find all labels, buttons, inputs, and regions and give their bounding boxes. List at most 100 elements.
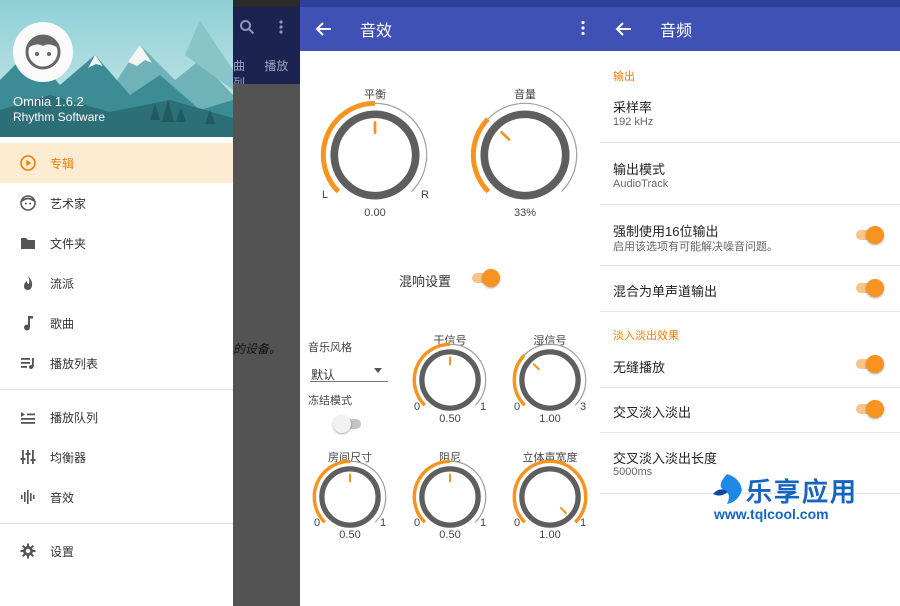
gear-icon [20, 543, 36, 559]
face-icon [20, 195, 36, 211]
developer-name: Rhythm Software [13, 110, 106, 124]
nav-label: 专辑 [50, 156, 75, 171]
knob-ring [519, 349, 581, 411]
damping-max: 1 [479, 517, 487, 529]
room-size-value: 0.50 [339, 529, 361, 541]
nav-item-artists[interactable]: 艺术家 [0, 183, 233, 223]
more-icon[interactable] [580, 20, 586, 36]
play-circle-icon [20, 155, 36, 171]
playlist-icon [20, 355, 36, 371]
waveform-icon [20, 489, 36, 505]
navigation-drawer: Omnia 1.6.2 Rhythm Software 专辑 艺术家 文件夹 流… [0, 0, 233, 606]
nav-item-albums[interactable]: 专辑 [0, 143, 233, 183]
setting-title: 无缝播放 [613, 360, 666, 375]
damping-value: 0.50 [439, 529, 461, 541]
drawer-header: Omnia 1.6.2 Rhythm Software [0, 0, 233, 137]
damping-knob[interactable] [412, 459, 488, 535]
page-title: 音效 [360, 23, 393, 40]
watermark-logo-icon [713, 474, 742, 504]
nav-label: 均衡器 [50, 450, 87, 465]
app-bar: 音频 [600, 7, 900, 51]
watermark-name: 乐享应用 [746, 477, 859, 507]
crossfade-switch[interactable] [854, 400, 884, 418]
nav-item-playlists[interactable]: 播放列表 [0, 343, 233, 383]
nav-item-sound-effects[interactable]: 音效 [0, 477, 233, 517]
queue-icon [20, 409, 36, 425]
nav-item-songs[interactable]: 歌曲 [0, 303, 233, 343]
setting-crossfade[interactable]: 交叉淡入淡出 [600, 388, 900, 433]
dry-value: 0.50 [439, 413, 461, 425]
stereo-width-knob[interactable] [512, 459, 588, 535]
setting-title: 混合为单声道输出 [613, 284, 718, 299]
face-avatar-icon [25, 34, 61, 70]
room-size-max: 1 [379, 517, 387, 529]
dimmed-text: 的设备。 [233, 342, 282, 356]
app-version: Omnia 1.6.2 [13, 94, 84, 109]
nav-label: 设置 [50, 544, 75, 559]
setting-sample-rate[interactable]: 采样率 192 kHz [600, 82, 900, 143]
room-size-knob[interactable] [312, 459, 388, 535]
setting-value: AudioTrack [613, 178, 669, 190]
nav-item-folders[interactable]: 文件夹 [0, 223, 233, 263]
setting-value: 192 kHz [613, 116, 654, 128]
dry-max: 1 [479, 401, 487, 413]
watermark-url: www.tqlcool.com [714, 506, 829, 522]
nav-label: 音效 [50, 490, 75, 505]
freeze-mode-switch[interactable] [333, 415, 363, 433]
search-icon [240, 20, 255, 35]
dropdown-arrow-icon [374, 368, 382, 373]
force-16bit-switch[interactable] [854, 226, 884, 244]
status-bar [300, 0, 600, 7]
balance-knob[interactable] [320, 100, 430, 210]
music-style-label: 音乐风格 [308, 342, 352, 354]
watermark: 乐享应用 www.tqlcool.com [710, 470, 890, 526]
wet-knob[interactable] [512, 342, 588, 418]
volume-value: 33% [513, 207, 537, 219]
nav-label: 流派 [50, 276, 75, 291]
mono-mix-switch[interactable] [854, 279, 884, 297]
nav-label: 歌曲 [50, 316, 75, 331]
setting-title: 交叉淡入淡出 [613, 405, 692, 420]
wet-max: 3 [579, 401, 587, 413]
nav-item-genres[interactable]: 流派 [0, 263, 233, 303]
music-style-dropdown[interactable]: 默认 [310, 362, 388, 382]
nav-item-equalizer[interactable]: 均衡器 [0, 437, 233, 477]
setting-description: 启用该选项有可能解决噪音问题。 [613, 241, 778, 253]
status-bar [600, 0, 900, 7]
balance-left-label: L [321, 189, 329, 201]
nav-item-settings[interactable]: 设置 [0, 531, 233, 571]
app-bar: 音效 [300, 7, 600, 51]
sound-effects-screen: 音效 平衡 L R 0.00 音量 33% 混响设置 音乐风格 默认 冻结模式 … [300, 0, 600, 606]
setting-output-mode[interactable]: 输出模式 AudioTrack [600, 143, 900, 205]
equalizer-icon [20, 449, 36, 465]
setting-force-16bit[interactable]: 强制使用16位输出 启用该选项有可能解决噪音问题。 [600, 205, 900, 266]
flame-icon [20, 275, 36, 291]
setting-gapless[interactable]: 无缝播放 [600, 342, 900, 388]
back-arrow-icon[interactable] [614, 19, 634, 39]
setting-mono-mix[interactable]: 混合为单声道输出 [600, 266, 900, 312]
room-size-min: 0 [313, 517, 321, 529]
nav-item-queue[interactable]: 播放队列 [0, 397, 233, 437]
more-icon [279, 20, 283, 34]
knob-ring [519, 466, 581, 528]
volume-knob[interactable] [470, 100, 580, 210]
knob-ring [480, 110, 570, 200]
menu-divider [0, 523, 233, 524]
setting-title: 采样率 [613, 100, 653, 115]
music-style-value: 默认 [311, 368, 336, 382]
gapless-switch[interactable] [854, 355, 884, 373]
nav-label: 文件夹 [50, 236, 87, 251]
setting-title: 交叉淡入淡出长度 [613, 451, 718, 466]
dry-min: 0 [413, 401, 421, 413]
folder-icon [20, 235, 36, 251]
reverb-switch[interactable] [470, 269, 500, 287]
dimmed-tab: 曲 [233, 59, 246, 73]
balance-right-label: R [421, 189, 429, 201]
setting-title: 输出模式 [613, 162, 666, 177]
stereo-width-min: 0 [513, 517, 521, 529]
nav-label: 播放列表 [50, 356, 99, 371]
back-arrow-icon[interactable] [314, 19, 334, 39]
stereo-width-value: 1.00 [539, 529, 561, 541]
avatar[interactable] [13, 22, 73, 82]
dry-knob[interactable] [412, 342, 488, 418]
